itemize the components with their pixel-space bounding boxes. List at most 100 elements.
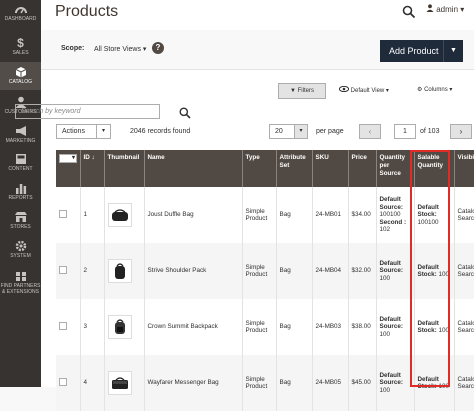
mass-actions-dropdown[interactable]: Actions ▾	[56, 124, 111, 139]
price-cell: $38.00	[348, 299, 377, 355]
table-row[interactable]: 4 Wayfarer Messenger Bag Simple Product …	[56, 355, 474, 411]
scope-label: Scope:	[61, 45, 85, 52]
sidebar-item-label: Content	[8, 166, 33, 172]
next-page-button[interactable]: ›	[450, 124, 472, 139]
column-header[interactable]: SKU	[312, 150, 349, 187]
column-header[interactable]: Type	[242, 150, 277, 187]
sidebar-item-sales[interactable]: $ Sales	[0, 37, 41, 56]
sku-cell: 24-MB05	[312, 355, 349, 411]
thumbnail-cell	[104, 299, 145, 355]
type-cell: Simple Product	[242, 243, 277, 299]
cube-icon	[14, 66, 28, 78]
columns-dropdown[interactable]: ⚙ Columns ▾	[417, 86, 452, 93]
store-icon	[14, 211, 28, 223]
stock-label: Default Stock:	[417, 203, 439, 219]
source-qty: 100	[379, 330, 391, 338]
user-menu[interactable]: admin ▾	[426, 4, 464, 14]
sidebar-item-label: Catalog	[8, 79, 33, 85]
sidebar-item-dashboard[interactable]: Dashboard	[0, 3, 41, 22]
price-cell: $45.00	[348, 355, 377, 411]
table-row[interactable]: 2 Strive Shoulder Pack Simple Product Ba…	[56, 243, 474, 299]
page-title: Products	[55, 3, 119, 20]
column-header[interactable]: Quantity per Source	[376, 150, 415, 187]
search-icon[interactable]	[179, 107, 191, 119]
sidebar-item-find-partners[interactable]: Find Partners & Extensions	[0, 270, 41, 295]
chevron-down-icon: ▾	[96, 125, 110, 138]
visibility-cell: Catalo Search	[454, 299, 474, 355]
actions-label: Actions	[62, 128, 85, 135]
column-header[interactable]: ID ↓	[80, 150, 105, 187]
current-page-input[interactable]: 1	[394, 124, 416, 139]
table-row[interactable]: 1 Joust Duffle Bag Simple Product Bag 24…	[56, 187, 474, 243]
records-count: 2046 records found	[130, 128, 191, 135]
table-header-row: ID ↓ Thumbnail Name Type Attribute Set S…	[56, 150, 474, 187]
quantity-per-source-cell: Default Source: 100	[376, 299, 415, 355]
product-thumbnail[interactable]	[107, 203, 132, 227]
id-cell: 2	[80, 243, 105, 299]
gear-icon	[14, 240, 28, 252]
name-cell: Wayfarer Messenger Bag	[144, 355, 243, 411]
default-view-dropdown[interactable]: Default View ▾	[338, 85, 389, 94]
quantity-per-source-cell: Default Source: 100	[376, 243, 415, 299]
user-name: admin	[436, 5, 459, 14]
sidebar-item-label: Stores	[10, 224, 31, 230]
select-all-checkbox[interactable]	[59, 154, 77, 163]
grid-toolbar: ▼ Filters Default View ▾ ⚙ Columns ▾	[41, 80, 474, 100]
sidebar-item-catalog[interactable]: Catalog	[0, 62, 41, 90]
name-cell: Crown Summit Backpack	[144, 299, 243, 355]
global-search-icon[interactable]	[402, 5, 416, 19]
column-header[interactable]: Salable Quantity	[414, 150, 455, 187]
quantity-per-source-cell: Default Source: 100	[376, 355, 415, 411]
previous-page-button[interactable]: ‹	[359, 124, 381, 139]
column-header[interactable]: Name	[144, 150, 243, 187]
select-all-header[interactable]	[56, 150, 81, 187]
sidebar-item-marketing[interactable]: Marketing	[0, 125, 41, 144]
column-header[interactable]: Thumbnail	[104, 150, 145, 187]
row-checkbox[interactable]	[59, 265, 67, 274]
attribute-set-cell: Bag	[276, 243, 313, 299]
sidebar-item-reports[interactable]: Reports	[0, 182, 41, 201]
stock-label: Default Stock:	[417, 375, 439, 391]
stock-label: Default Stock:	[417, 319, 439, 335]
type-cell: Simple Product	[242, 299, 277, 355]
sidebar-item-content[interactable]: Content	[0, 153, 41, 172]
user-icon	[426, 4, 434, 12]
column-header[interactable]: Price	[348, 150, 377, 187]
filters-button[interactable]: ▼ Filters	[278, 83, 326, 99]
total-pages: of 103	[420, 128, 440, 135]
help-icon[interactable]: ?	[152, 42, 164, 54]
stock-qty: 100100	[417, 218, 439, 226]
row-select-cell	[56, 243, 81, 299]
table-row[interactable]: 3 Crown Summit Backpack Simple Product B…	[56, 299, 474, 355]
sidebar-item-label: & Extensions	[2, 289, 39, 295]
gear-icon: ⚙	[417, 87, 423, 93]
per-page-label: per page	[316, 128, 344, 135]
sidebar-item-system[interactable]: System	[0, 240, 41, 259]
sidebar-item-stores[interactable]: Stores	[0, 211, 41, 230]
visibility-cell: Catalo Search	[454, 243, 474, 299]
row-checkbox[interactable]	[59, 321, 67, 330]
source-qty: 100	[379, 386, 391, 394]
bar-chart-icon	[14, 182, 28, 194]
id-cell: 1	[80, 187, 105, 243]
sidebar-item-label: System	[10, 253, 31, 259]
columns-label: Columns ▾	[424, 87, 453, 93]
per-page-select[interactable]: 20 ▾	[269, 124, 308, 139]
sidebar-item-label: Marketing	[5, 138, 36, 144]
row-checkbox[interactable]	[59, 209, 67, 218]
per-page-value: 20	[275, 128, 283, 135]
product-thumbnail[interactable]	[107, 371, 132, 395]
source-qty: 100100	[379, 211, 401, 219]
source-label: Default Source:	[379, 315, 403, 331]
sku-cell: 24-MB04	[312, 243, 349, 299]
add-product-button[interactable]: Add Product ▼	[380, 40, 463, 62]
row-checkbox[interactable]	[59, 377, 67, 386]
add-product-split-toggle[interactable]: ▼	[443, 40, 463, 62]
product-thumbnail[interactable]	[107, 315, 132, 339]
keyword-search-input[interactable]: Search by keyword	[15, 104, 160, 119]
product-thumbnail[interactable]	[107, 259, 132, 283]
chevron-down-icon: ▾	[460, 5, 465, 14]
column-header[interactable]: Attribute Set	[276, 150, 313, 187]
column-header[interactable]: Visibi	[454, 150, 474, 187]
scope-switcher[interactable]: All Store Views ▾	[94, 45, 146, 53]
